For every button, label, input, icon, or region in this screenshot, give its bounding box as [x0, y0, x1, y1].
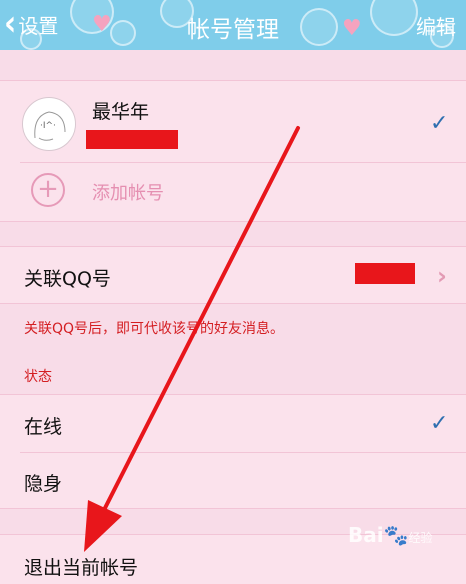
paw-icon: 🐾 — [383, 523, 409, 547]
watermark-suffix: 经验 — [408, 531, 433, 545]
annotation-arrow — [84, 126, 300, 552]
watermark-brand: Bai — [348, 523, 384, 547]
watermark-logo: Bai🐾经验 — [348, 523, 433, 547]
